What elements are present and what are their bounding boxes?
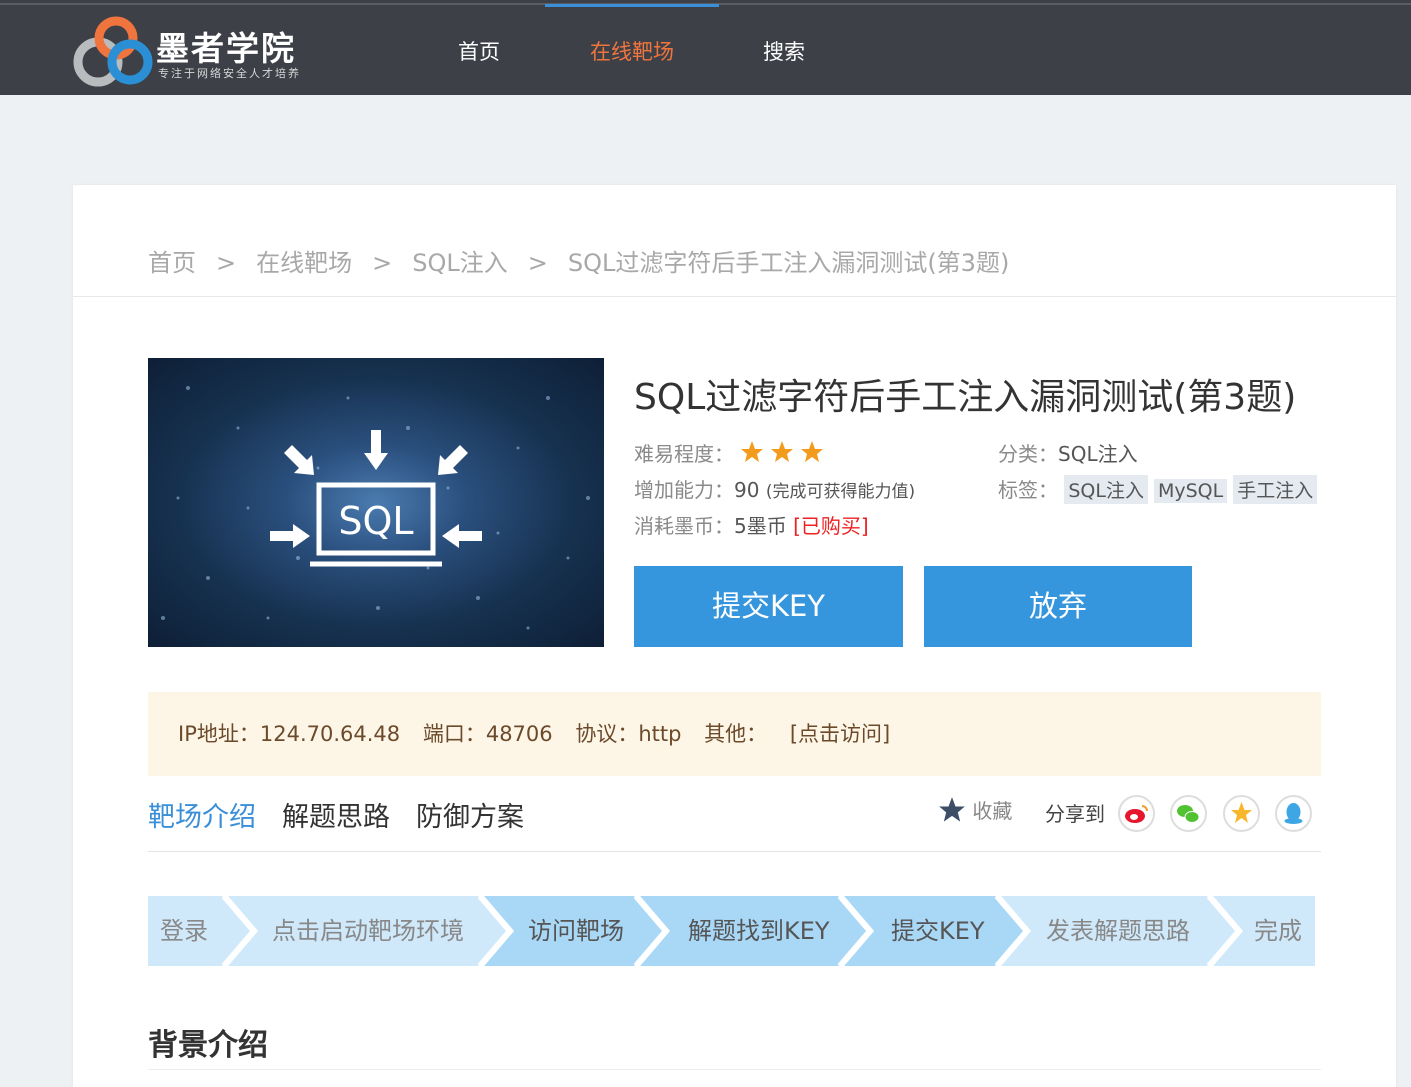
active-nav-indicator: [545, 4, 719, 7]
tag-mysql[interactable]: MySQL: [1153, 479, 1228, 503]
breadcrumb-sql-injection[interactable]: SQL注入: [412, 243, 508, 278]
category-label: 分类：: [998, 442, 1058, 466]
category-row: 分类：SQL注入: [998, 438, 1138, 467]
step-login: 登录: [160, 917, 208, 945]
breadcrumb-separator: >: [527, 249, 548, 277]
purchased-status: [已购买]: [793, 514, 869, 538]
category-value[interactable]: SQL注入: [1058, 442, 1138, 466]
site-logo[interactable]: 墨者学院 专注于网络安全人才培养: [72, 12, 342, 92]
cover-sql-text: SQL: [338, 499, 413, 543]
nav-online-range[interactable]: 在线靶场: [590, 36, 674, 66]
breadcrumb-separator: >: [372, 249, 393, 277]
difficulty-row: 难易程度：: [634, 438, 830, 469]
star-icons: [741, 441, 824, 462]
progress-steps: 登录 点击启动靶场环境 访问靶场 解题找到KEY 提交KEY 发表解题思路 完成: [148, 896, 1315, 966]
weibo-icon[interactable]: [1118, 795, 1155, 832]
step-start-environment: 点击启动靶场环境: [272, 917, 464, 945]
qq-glyph: [1284, 803, 1303, 824]
breadcrumb-current: SQL过滤字符后手工注入漏洞测试(第3题): [567, 249, 1010, 277]
submit-key-button[interactable]: 提交KEY: [634, 566, 903, 647]
abandon-button[interactable]: 放弃: [924, 566, 1192, 647]
cost-label: 消耗墨币：: [634, 514, 734, 538]
wechat-glyph: [1177, 805, 1200, 823]
breadcrumb: 首页 > 在线靶场 > SQL注入 > SQL过滤字符后手工注入漏洞测试(第3题): [148, 243, 1009, 278]
port-label: 端口：: [422, 722, 486, 746]
tabs-divider: [148, 851, 1321, 852]
visit-target-link[interactable]: [点击访问]: [790, 722, 890, 746]
breadcrumb-home[interactable]: 首页: [148, 243, 196, 278]
step-visit-range: 访问靶场: [528, 917, 624, 945]
step-find-key: 解题找到KEY: [688, 917, 830, 945]
qzone-icon[interactable]: [1223, 795, 1260, 832]
qzone-glyph: [1231, 802, 1252, 823]
section-title: 背景介绍: [148, 1028, 268, 1063]
tag-manual-injection[interactable]: 手工注入: [1233, 475, 1318, 504]
ip-value: 124.70.64.48: [259, 722, 401, 746]
port-value: 48706: [485, 722, 553, 746]
ability-value: 90: [734, 478, 760, 502]
share-label: 分享到: [1045, 802, 1105, 826]
wechat-icon[interactable]: [1170, 795, 1207, 832]
difficulty-stars: [740, 440, 830, 469]
section-divider: [148, 1069, 1321, 1070]
step-submit-key: 提交KEY: [891, 917, 985, 945]
ability-row: 增加能力：90 (完成可获得能力值): [634, 474, 915, 503]
ability-label: 增加能力：: [634, 478, 734, 502]
tag-sql-injection[interactable]: SQL注入: [1064, 475, 1148, 504]
weibo-glyph: [1125, 805, 1148, 823]
challenge-title: SQL过滤字符后手工注入漏洞测试(第3题): [634, 377, 1297, 418]
breadcrumb-online-range[interactable]: 在线靶场: [256, 243, 352, 278]
tab-range-intro[interactable]: 靶场介绍: [148, 795, 256, 834]
difficulty-label: 难易程度：: [634, 442, 734, 466]
target-info-box: IP地址：124.70.64.48 端口：48706 协议：http 其他： […: [148, 692, 1321, 776]
nav-search[interactable]: 搜索: [763, 36, 805, 66]
top-navigation-bar: 墨者学院 专注于网络安全人才培养 首页 在线靶场 搜索: [0, 0, 1411, 95]
tab-solution-ideas[interactable]: 解题思路: [282, 795, 390, 834]
cost-value: 5墨币: [734, 514, 787, 538]
step-post-solution: 发表解题思路: [1046, 917, 1190, 945]
ip-label: IP地址：: [178, 722, 260, 746]
challenge-card: 首页 > 在线靶场 > SQL注入 > SQL过滤字符后手工注入漏洞测试(第3题) SQL: [73, 185, 1396, 1087]
tags-row: 标签： SQL注入 MySQL 手工注入: [998, 474, 1323, 504]
sql-cover-graphic: SQL: [161, 386, 590, 630]
tags-label: 标签：: [998, 478, 1058, 502]
challenge-cover-image: SQL: [148, 358, 604, 647]
tab-defense-plan[interactable]: 防御方案: [416, 795, 524, 834]
protocol-label: 协议：: [575, 722, 639, 746]
favorite-button[interactable]: 收藏: [938, 795, 1012, 824]
star-icon: [939, 797, 965, 822]
qq-icon[interactable]: [1275, 795, 1312, 832]
breadcrumb-divider: [73, 296, 1396, 297]
cost-row: 消耗墨币：5墨币 [已购买]: [634, 510, 869, 539]
logo-title: 墨者学院: [156, 29, 296, 68]
favorite-label: 收藏: [972, 799, 1013, 823]
nav-home[interactable]: 首页: [458, 36, 500, 66]
content-tabs: 靶场介绍 解题思路 防御方案: [148, 795, 550, 834]
protocol-value: http: [638, 722, 682, 746]
logo-subtitle: 专注于网络安全人才培养: [158, 67, 301, 80]
step-complete: 完成: [1254, 917, 1302, 945]
ability-note: (完成可获得能力值): [765, 482, 916, 502]
breadcrumb-separator: >: [216, 249, 237, 277]
logo-cloud-icon: [73, 16, 153, 87]
other-label: 其他：: [704, 722, 768, 746]
